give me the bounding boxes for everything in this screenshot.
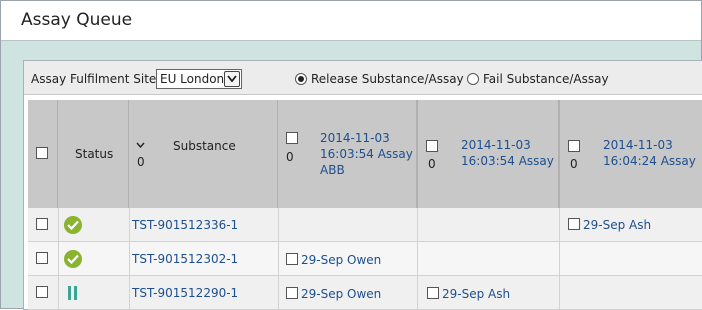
assay-3-date[interactable]: 2014-11-03 (603, 137, 696, 153)
table-row: TST-901512336-1 29-Sep Ash (28, 208, 702, 242)
release-radio-label: Release Substance/Assay (311, 72, 464, 86)
assay-1-checkbox[interactable] (286, 132, 298, 144)
assay-1-date[interactable]: 2014-11-03 (320, 130, 413, 146)
cell-checkbox[interactable] (427, 287, 439, 299)
radio-unselected-icon[interactable] (467, 73, 479, 85)
cell-value[interactable]: 29-Sep Owen (301, 253, 381, 267)
assay-header-3: 0 2014-11-03 16:04:24 Assay (559, 100, 702, 208)
assay-1-time[interactable]: 16:03:54 Assay (320, 146, 413, 162)
check-circle-icon (64, 250, 82, 268)
assay-queue-window: Assay Queue Assay Fulfilment Site EU Lon… (0, 0, 702, 310)
radio-selected-icon[interactable] (295, 73, 307, 85)
status-header: Status (75, 147, 114, 161)
assay-3-link[interactable]: 2014-11-03 16:04:24 Assay (603, 137, 696, 169)
toolbar: Assay Fulfilment Site EU London Release … (24, 61, 702, 95)
assay-2-time[interactable]: 16:03:54 Assay (461, 153, 554, 169)
assay-3-count: 0 (570, 157, 578, 171)
row-checkbox[interactable] (36, 252, 48, 264)
site-select-value: EU London (160, 72, 225, 86)
cell-value[interactable]: 29-Sep Ash (442, 287, 510, 301)
cell-checkbox[interactable] (286, 287, 298, 299)
fail-radio[interactable]: Fail Substance/Assay (467, 72, 609, 86)
window-title: Assay Queue (21, 10, 133, 30)
release-radio[interactable]: Release Substance/Assay (295, 72, 464, 86)
sort-chevron-icon[interactable] (136, 142, 145, 148)
assay-1-count: 0 (286, 150, 294, 164)
substance-link[interactable]: TST-901512290-1 (132, 286, 238, 300)
assay-header-1: 0 2014-11-03 16:03:54 Assay ABB (278, 100, 417, 208)
substance-count: 0 (137, 155, 145, 169)
fail-radio-label: Fail Substance/Assay (483, 72, 609, 86)
site-select[interactable]: EU London (156, 69, 242, 89)
assay-2-count: 0 (428, 157, 436, 171)
table-row: TST-901512302-1 29-Sep Owen (28, 242, 702, 276)
assay-2-checkbox[interactable] (426, 140, 438, 152)
header-select-all-cell (28, 100, 58, 208)
row-checkbox[interactable] (36, 218, 48, 230)
select-all-checkbox[interactable] (36, 147, 48, 159)
check-circle-icon (64, 216, 82, 234)
assay-header-2: 0 2014-11-03 16:03:54 Assay (417, 100, 559, 208)
assay-2-link[interactable]: 2014-11-03 16:03:54 Assay (461, 137, 554, 169)
cell-checkbox[interactable] (286, 253, 298, 265)
cell-checkbox[interactable] (568, 218, 580, 230)
chevron-down-icon[interactable] (224, 71, 240, 87)
site-label: Assay Fulfilment Site (31, 72, 157, 86)
cell-value[interactable]: 29-Sep Ash (583, 218, 651, 232)
title-bar: Assay Queue (1, 1, 701, 41)
assay-2-date[interactable]: 2014-11-03 (461, 137, 554, 153)
queue-panel: Assay Fulfilment Site EU London Release … (23, 60, 702, 310)
row-checkbox[interactable] (36, 286, 48, 298)
table-row: TST-901512290-1 29-Sep Owen 29-Sep Ash (28, 276, 702, 310)
assay-3-time[interactable]: 16:04:24 Assay (603, 153, 696, 169)
substance-link[interactable]: TST-901512302-1 (132, 252, 238, 266)
pause-icon (68, 286, 80, 300)
assay-1-extra[interactable]: ABB (320, 162, 413, 178)
substance-link[interactable]: TST-901512336-1 (132, 218, 238, 232)
header-substance-cell[interactable]: Substance 0 (129, 100, 278, 208)
cell-value[interactable]: 29-Sep Owen (301, 287, 381, 301)
assay-3-checkbox[interactable] (568, 140, 580, 152)
header-status-cell: Status (58, 100, 129, 208)
substance-header: Substance (173, 139, 236, 153)
assay-1-link[interactable]: 2014-11-03 16:03:54 Assay ABB (320, 130, 413, 178)
